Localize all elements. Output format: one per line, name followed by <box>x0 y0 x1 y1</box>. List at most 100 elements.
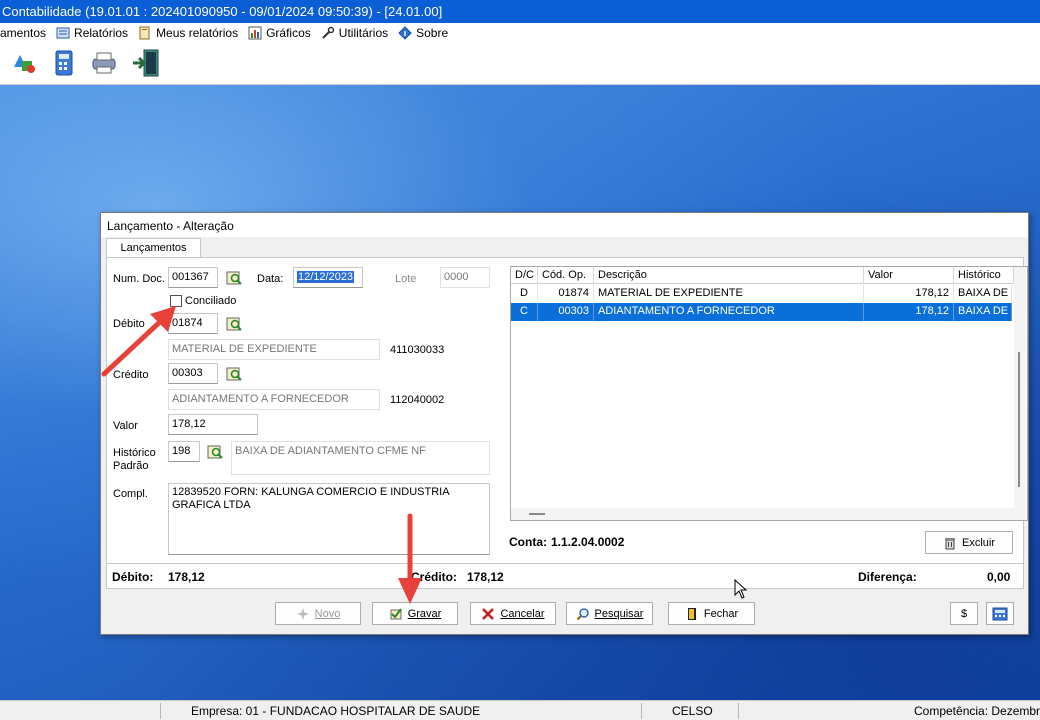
tab-panel: Num. Doc. 001367 Data: 12/12/2023 Lote 0… <box>106 257 1028 589</box>
debito-desc-field: MATERIAL DE EXPEDIENTE <box>168 339 380 360</box>
col-descricao[interactable]: Descrição <box>594 267 864 284</box>
tools-icon <box>322 26 335 39</box>
col-dc[interactable]: D/C <box>511 267 538 284</box>
menu-utilitarios-label: Utilitários <box>338 26 389 40</box>
totals-divider <box>107 563 1023 564</box>
total-credito-value: 178,12 <box>467 570 504 584</box>
padrao-label: Padrão <box>113 460 149 472</box>
grid-row-selected[interactable]: C 00303 ADIANTAMENTO A FORNECEDOR 178,12… <box>511 303 1012 321</box>
debito-account-number: 411030033 <box>390 344 445 356</box>
num-doc-field[interactable]: 001367 <box>168 267 218 288</box>
pesquisar-button[interactable]: Pesquisar <box>566 602 653 625</box>
cancelar-button[interactable]: Cancelar <box>470 602 556 625</box>
excluir-label: Excluir <box>961 536 995 549</box>
gravar-label: Gravar <box>407 607 442 620</box>
col-valor[interactable]: Valor <box>864 267 954 284</box>
entries-grid: D/C Cód. Op. Descrição Valor Histórico D… <box>510 266 1028 521</box>
calculator-icon[interactable] <box>48 47 80 79</box>
calculator-icon <box>992 607 1008 620</box>
currency-label: $ <box>960 607 968 620</box>
exit-door-icon[interactable] <box>130 47 162 79</box>
valor-field[interactable]: 178,12 <box>168 414 258 435</box>
new-star-icon <box>296 607 309 620</box>
status-empresa: Empresa: 01 - FUNDACAO HOSPITALAR DE SAU… <box>191 704 481 718</box>
report-icon <box>56 27 70 39</box>
status-divider <box>641 703 642 719</box>
status-divider <box>738 703 739 719</box>
hscroll-thumb[interactable] <box>529 513 545 515</box>
debito-lookup-icon[interactable] <box>225 315 243 333</box>
lote-field: 0000 <box>440 267 490 288</box>
valor-label: Valor <box>113 420 138 432</box>
historico-label: Histórico <box>113 447 156 459</box>
num-doc-label: Num. Doc. <box>113 273 165 285</box>
status-bar: Empresa: 01 - FUNDACAO HOSPITALAR DE SAU… <box>0 700 1040 720</box>
search-icon <box>576 607 589 620</box>
menu-lancamentos[interactable]: amentos <box>0 26 46 40</box>
menu-meus-relatorios-label: Meus relatórios <box>156 26 239 40</box>
credito-lookup-icon[interactable] <box>225 365 243 383</box>
printer-icon[interactable] <box>88 47 120 79</box>
status-divider <box>160 703 161 719</box>
grid-horizontal-scrollbar[interactable] <box>511 508 1015 520</box>
status-user: CELSO <box>672 704 713 718</box>
toolbar <box>0 43 1040 85</box>
total-debito-label: Débito: <box>112 570 154 584</box>
pesquisar-label: Pesquisar <box>594 607 644 620</box>
fechar-label: Fechar <box>703 607 739 620</box>
tab-lancamentos[interactable]: Lançamentos <box>106 238 201 258</box>
total-diferenca-label: Diferença: <box>858 570 917 584</box>
currency-button[interactable]: $ <box>950 602 978 625</box>
menu-sobre[interactable]: Sobre <box>398 26 448 40</box>
cell-valor: 178,12 <box>864 303 954 321</box>
conciliado-label: Conciliado <box>185 295 237 307</box>
save-icon <box>390 607 402 619</box>
grid-row[interactable]: D 01874 MATERIAL DE EXPEDIENTE 178,12 BA… <box>511 285 1012 303</box>
cell-cod: 01874 <box>538 285 594 303</box>
cancelar-label: Cancelar <box>500 607 545 620</box>
menu-utilitarios[interactable]: Utilitários <box>321 26 388 40</box>
novo-label: Novo <box>314 607 341 620</box>
calculator-button[interactable] <box>986 602 1014 625</box>
conta-value: 1.1.2.04.0002 <box>551 535 625 549</box>
cell-dc: C <box>511 303 538 321</box>
grid-vertical-scrollbar[interactable] <box>1014 267 1026 520</box>
excluir-button[interactable]: Excluir <box>925 531 1013 554</box>
credito-desc-field: ADIANTAMENTO A FORNECEDOR <box>168 389 380 410</box>
data-value: 12/12/2023 <box>297 271 355 283</box>
col-historico[interactable]: Histórico <box>954 267 1014 284</box>
novo-button[interactable]: Novo <box>275 602 361 625</box>
menu-relatorios[interactable]: Relatórios <box>56 26 128 40</box>
lancamento-dialog: Lançamento - Alteração Lançamentos Num. … <box>100 212 1029 635</box>
dialog-title: Lançamento - Alteração <box>101 213 1028 237</box>
credito-account-number: 112040002 <box>390 394 445 406</box>
data-field[interactable]: 12/12/2023 <box>293 267 363 288</box>
cell-cod: 00303 <box>538 303 594 321</box>
cell-desc: MATERIAL DE EXPEDIENTE <box>594 285 864 303</box>
cell-dc: D <box>511 285 538 303</box>
menu-bar: amentos Relatórios Meus relatórios Gráfi… <box>0 23 1040 43</box>
data-label: Data: <box>257 273 284 285</box>
menu-sobre-label: Sobre <box>416 26 449 40</box>
historico-desc-field: BAIXA DE ADIANTAMENTO CFME NF <box>231 441 490 475</box>
chart-icon <box>248 26 262 40</box>
historico-lookup-icon[interactable] <box>206 443 224 461</box>
menu-meus-relatorios[interactable]: Meus relatórios <box>138 26 238 40</box>
historico-code-field[interactable]: 198 <box>168 441 200 462</box>
accounts-icon[interactable] <box>8 47 40 79</box>
total-diferenca-value: 0,00 <box>987 570 1011 584</box>
cell-hist: BAIXA DE <box>954 303 1012 321</box>
cell-desc: ADIANTAMENTO A FORNECEDOR <box>594 303 864 321</box>
vscroll-thumb[interactable] <box>1018 352 1020 487</box>
num-doc-lookup-icon[interactable] <box>225 269 243 287</box>
cell-valor: 178,12 <box>864 285 954 303</box>
about-icon <box>398 26 412 40</box>
menu-graficos[interactable]: Gráficos <box>248 26 311 40</box>
compl-textarea[interactable]: 12839520 FORN: KALUNGA COMERCIO E INDUST… <box>168 483 490 555</box>
total-debito-value: 178,12 <box>168 570 205 584</box>
col-cod-op[interactable]: Cód. Op. <box>538 267 594 284</box>
fechar-button[interactable]: Fechar <box>668 602 755 625</box>
status-competencia: Competência: Dezembro <box>914 704 1040 718</box>
menu-graficos-label: Gráficos <box>266 26 311 40</box>
compl-label: Compl. <box>113 488 148 500</box>
